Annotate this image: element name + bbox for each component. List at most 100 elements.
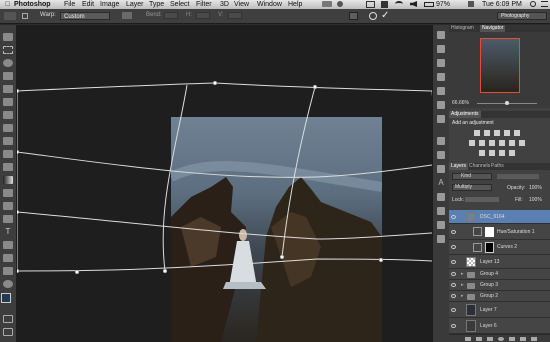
reference-point-icon[interactable]	[22, 13, 28, 19]
navigator-preview[interactable]	[480, 38, 520, 93]
eyedropper-tool-icon[interactable]	[3, 98, 13, 106]
menu-window[interactable]: Window	[257, 0, 282, 9]
blend-mode-select[interactable]: Multiply	[452, 184, 492, 191]
opacity-value[interactable]: 100%	[529, 185, 542, 191]
v-distortion-field[interactable]	[228, 12, 242, 19]
layer-row[interactable]: Layer 7	[449, 302, 550, 318]
tool-presets-panel-icon[interactable]	[437, 207, 445, 215]
app-menu[interactable]: Photoshop	[14, 0, 51, 9]
eye-icon[interactable]	[451, 294, 456, 298]
timemachine-icon[interactable]	[337, 1, 343, 7]
clone-stamp-tool-icon[interactable]	[3, 137, 13, 145]
marquee-tool-icon[interactable]	[3, 46, 13, 54]
menu-type[interactable]: Type	[149, 0, 164, 9]
menubar-clock[interactable]: Tue 6:09 PM	[482, 0, 522, 9]
character-panel-icon[interactable]: A	[437, 179, 445, 187]
brush-tool-icon[interactable]	[3, 124, 13, 132]
new-layer-icon[interactable]	[520, 337, 526, 341]
healing-brush-tool-icon[interactable]	[3, 111, 13, 119]
crop-tool-icon[interactable]	[3, 85, 13, 93]
layer-row[interactable]: DSC_9164	[449, 210, 550, 224]
menu-3d[interactable]: 3D	[220, 0, 229, 9]
warp-style-select[interactable]: Custom	[60, 12, 110, 20]
eye-icon[interactable]	[451, 230, 456, 234]
fill-value[interactable]: 100%	[529, 197, 542, 203]
info-panel-icon[interactable]	[437, 73, 445, 81]
group-expand-icon[interactable]: ▸	[461, 291, 464, 302]
flag-icon[interactable]	[468, 1, 474, 7]
tab-histogram[interactable]: Histogram	[449, 25, 476, 32]
tab-adjustments[interactable]: Adjustments	[449, 111, 481, 118]
commit-transform-icon[interactable]: ✓	[381, 9, 389, 23]
path-selection-tool-icon[interactable]	[3, 241, 13, 249]
eraser-tool-icon[interactable]	[3, 163, 13, 171]
group-expand-icon[interactable]: ▸	[461, 280, 464, 291]
trash-icon[interactable]	[531, 337, 537, 341]
zoom-level[interactable]: 66.66%	[452, 100, 469, 106]
lasso-tool-icon[interactable]	[3, 59, 13, 67]
lock-icons[interactable]	[465, 197, 499, 202]
tab-navigator[interactable]: Navigator	[480, 25, 506, 32]
layer-filter-icons[interactable]	[497, 174, 539, 179]
color-panel-icon[interactable]	[437, 101, 445, 109]
layer-name[interactable]: Curves 2	[497, 240, 517, 255]
eye-icon[interactable]	[451, 308, 456, 312]
layer-row[interactable]: Layer 6	[449, 318, 550, 334]
timeline-panel-icon[interactable]	[437, 221, 445, 229]
history-panel-icon[interactable]	[437, 31, 445, 39]
apple-icon[interactable]: 	[5, 0, 10, 9]
blur-tool-icon[interactable]	[3, 189, 13, 197]
layer-group-row[interactable]: ▸ Group 4	[449, 269, 550, 280]
new-adjustment-icon[interactable]	[498, 337, 504, 341]
eye-icon[interactable]	[451, 260, 456, 264]
layer-row[interactable]: Layer 13	[449, 255, 550, 269]
clone-source-panel-icon[interactable]	[437, 165, 445, 173]
hand-tool-icon[interactable]	[3, 267, 13, 275]
zoom-tool-icon[interactable]	[3, 280, 13, 288]
eye-icon[interactable]	[451, 324, 456, 328]
notification-center-icon[interactable]	[541, 1, 548, 7]
brush-panel-icon[interactable]	[437, 137, 445, 145]
actions-panel-icon[interactable]	[437, 45, 445, 53]
warp-mesh[interactable]	[17, 25, 432, 342]
menu-filter[interactable]: Filter	[196, 0, 212, 9]
menu-layer[interactable]: Layer	[126, 0, 144, 9]
layer-name[interactable]: Layer 6	[480, 318, 497, 334]
add-mask-icon[interactable]	[487, 337, 493, 341]
h-distortion-field[interactable]	[196, 12, 210, 19]
tab-paths[interactable]: Paths	[489, 163, 506, 170]
swatches-panel-icon[interactable]	[437, 87, 445, 95]
layer-name[interactable]: Layer 13	[480, 255, 499, 269]
tab-layers[interactable]: Layers	[449, 163, 469, 170]
screen-mode-icon[interactable]	[3, 328, 13, 336]
gradient-tool-icon[interactable]	[3, 176, 13, 184]
dodge-tool-icon[interactable]	[3, 202, 13, 210]
layer-name[interactable]: Hue/Saturation 1	[497, 224, 535, 240]
foreground-color-swatch[interactable]	[1, 293, 11, 303]
zoom-slider-knob[interactable]	[505, 101, 509, 105]
eye-icon[interactable]	[451, 272, 456, 276]
bend-field[interactable]	[164, 12, 178, 19]
layer-name[interactable]: Group 2	[480, 291, 498, 302]
layer-name[interactable]: Group 3	[480, 280, 498, 291]
new-group-icon[interactable]	[509, 337, 515, 341]
layer-filter-select[interactable]: Kind	[452, 173, 492, 180]
shape-tool-icon[interactable]	[3, 254, 13, 262]
styles-panel-icon[interactable]	[437, 115, 445, 123]
layer-group-row[interactable]: ▸ Group 2	[449, 291, 550, 302]
quick-selection-tool-icon[interactable]	[3, 72, 13, 80]
menu-help[interactable]: Help	[288, 0, 302, 9]
wifi-icon[interactable]	[395, 1, 403, 7]
switch-warp-icon[interactable]	[349, 12, 358, 20]
3d-panel-icon[interactable]	[437, 235, 445, 243]
bluetooth-icon[interactable]	[381, 1, 388, 8]
volume-icon[interactable]	[410, 1, 417, 7]
menu-select[interactable]: Select	[170, 0, 189, 9]
eye-icon[interactable]	[451, 245, 456, 249]
layer-name[interactable]: Group 4	[480, 269, 498, 280]
menu-image[interactable]: Image	[100, 0, 119, 9]
properties-panel-icon[interactable]	[437, 59, 445, 67]
document-canvas[interactable]	[17, 25, 432, 342]
paragraph-panel-icon[interactable]	[437, 193, 445, 201]
battery-icon[interactable]	[424, 2, 434, 7]
